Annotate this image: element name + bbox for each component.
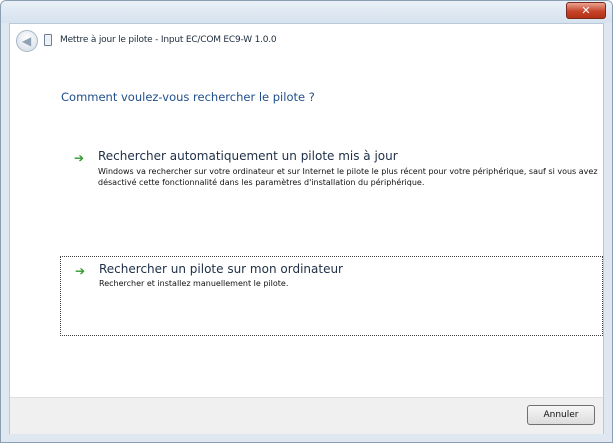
wizard-content: ◀ Mettre à jour le pilote - Input EC/COM… bbox=[9, 23, 604, 434]
option-search-automatically[interactable]: ➔ Rechercher automatiquement un pilote m… bbox=[60, 146, 603, 208]
cancel-button[interactable]: Annuler bbox=[527, 405, 595, 425]
green-arrow-icon: ➔ bbox=[75, 264, 86, 278]
green-arrow-icon: ➔ bbox=[74, 151, 85, 165]
option-browse-computer[interactable]: ➔ Rechercher un pilote sur mon ordinateu… bbox=[60, 256, 603, 336]
page-question: Comment voulez-vous rechercher le pilote… bbox=[61, 90, 315, 104]
option-description: Rechercher et installez manuellement le … bbox=[99, 279, 289, 288]
option-title: Rechercher un pilote sur mon ordinateur bbox=[99, 262, 343, 276]
option-description: Windows va rechercher sur votre ordinate… bbox=[98, 167, 598, 187]
title-bar[interactable]: ✕ bbox=[1, 1, 612, 23]
wizard-header: ◀ Mettre à jour le pilote - Input EC/COM… bbox=[10, 24, 603, 58]
close-icon: ✕ bbox=[581, 4, 591, 17]
device-icon bbox=[44, 34, 52, 46]
wizard-footer: Annuler bbox=[10, 397, 603, 434]
option-title: Rechercher automatiquement un pilote mis… bbox=[98, 149, 398, 163]
back-arrow-icon: ◀ bbox=[22, 34, 32, 48]
dialog-window: ✕ ◀ Mettre à jour le pilote - Input EC/C… bbox=[0, 0, 613, 443]
back-button[interactable]: ◀ bbox=[16, 30, 38, 52]
wizard-title: Mettre à jour le pilote - Input EC/COM E… bbox=[60, 35, 277, 45]
close-button[interactable]: ✕ bbox=[566, 2, 606, 19]
